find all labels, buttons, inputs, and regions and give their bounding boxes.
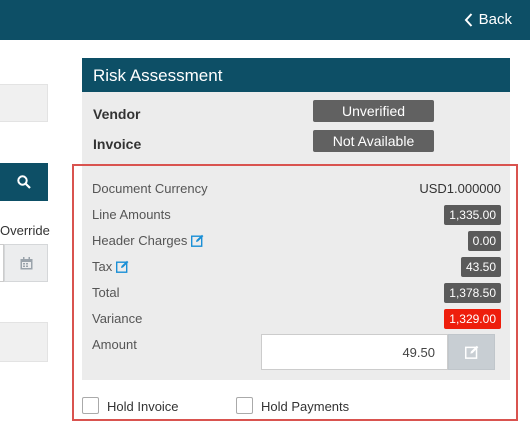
left-text-field[interactable] [0,84,48,122]
chevron-left-icon [464,12,472,27]
variance-label: Variance [92,311,142,326]
hold-invoice-checkbox[interactable] [82,397,99,414]
invoice-status-badge: Not Available [313,130,434,152]
edit-icon[interactable] [116,260,129,273]
header-charges-label: Header Charges [92,233,204,248]
header-charges-text: Header Charges [92,233,188,248]
hold-payments-checkbox[interactable] [236,397,253,414]
override-label: Override [0,223,50,238]
amount-label: Amount [92,337,137,352]
amount-text: Amount [92,337,137,352]
tax-value: 43.50 [460,257,501,277]
edit-icon [464,345,478,359]
document-currency-label: Document Currency [92,181,208,196]
invoice-label: Invoice [93,136,142,152]
calendar-button[interactable] [4,244,48,282]
vendor-status-badge: Unverified [313,100,434,122]
top-bar: Back [0,0,530,40]
tax-label: Tax [92,259,129,274]
search-icon [17,175,31,189]
vendor-label: Vendor [93,106,141,122]
header-charges-value: 0.00 [467,231,501,251]
total-label: Total [92,285,119,300]
back-button[interactable]: Back [464,11,512,28]
variance-text: Variance [92,311,143,326]
amount-edit-button[interactable] [448,334,495,370]
line-amounts-value: 1,335.00 [444,205,501,225]
hold-invoice-label: Hold Invoice [107,399,179,414]
left-lower-field[interactable] [0,322,48,362]
search-button[interactable] [0,163,48,201]
hold-payments-label: Hold Payments [261,399,350,414]
amount-input[interactable]: 49.50 [261,334,448,370]
back-label: Back [478,11,512,28]
total-text: Total [92,285,120,300]
panel-title: Risk Assessment [82,58,510,92]
line-amounts-label: Line Amounts [92,207,171,222]
document-currency-value: USD1.000000 [419,181,501,196]
edit-icon[interactable] [191,234,204,247]
total-value: 1,378.50 [444,283,501,303]
calendar-icon [20,256,32,269]
document-currency-text: Document Currency [92,181,208,196]
variance-value: 1,329.00 [444,309,501,329]
tax-text: Tax [92,259,113,274]
line-amounts-text: Line Amounts [92,207,171,222]
